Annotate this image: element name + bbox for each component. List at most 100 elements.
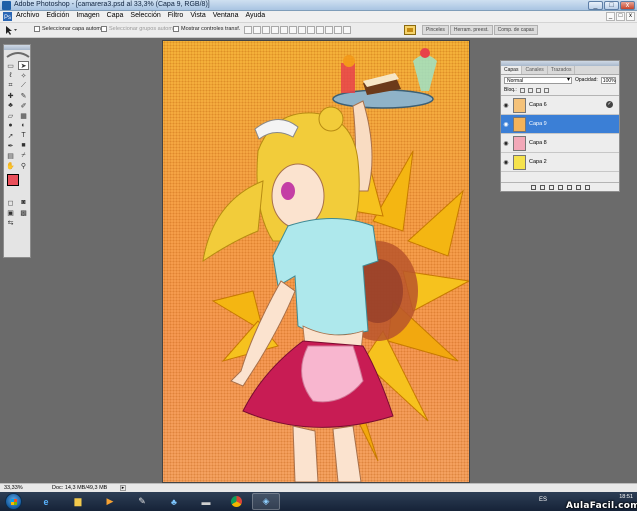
lock-all-icon[interactable]	[543, 87, 549, 93]
type-icon[interactable]: T	[18, 131, 29, 140]
hand-icon[interactable]: ✋	[5, 161, 16, 170]
tab-paths[interactable]: Trazados	[548, 66, 576, 74]
maximize-button[interactable]: □	[604, 1, 619, 10]
layer-mask-icon[interactable]	[548, 184, 554, 190]
show-transform-checkbox[interactable]	[173, 26, 179, 32]
lasso-icon[interactable]: ℓ	[5, 71, 16, 80]
media-player-icon[interactable]: ▶	[96, 493, 124, 510]
photoshop-icon[interactable]: ◈	[252, 493, 280, 510]
blur-icon[interactable]: ●	[5, 121, 16, 130]
screen-mode-standard-icon[interactable]: ▣	[5, 208, 16, 217]
standard-mode-icon[interactable]: ◻	[5, 198, 16, 207]
close-button[interactable]: x	[620, 1, 635, 10]
auto-select-layer-checkbox[interactable]	[34, 26, 40, 32]
tab-channels[interactable]: Canales	[522, 66, 548, 74]
align-hcenter-icon[interactable]	[280, 26, 288, 34]
magic-wand-icon[interactable]: ✧	[18, 71, 29, 80]
status-menu-arrow-icon[interactable]: ▸	[120, 485, 126, 491]
new-group-icon[interactable]	[566, 184, 572, 190]
zoom-level[interactable]: 33,33%	[4, 485, 23, 491]
system-clock[interactable]: 18:51	[619, 494, 633, 501]
jump-to-imageready-icon[interactable]: ⇆	[5, 218, 16, 227]
layer-row-capa-8[interactable]: ◉ Capa 8	[501, 134, 619, 153]
align-right-icon[interactable]	[289, 26, 297, 34]
menu-ventana[interactable]: Ventana	[213, 12, 239, 19]
visibility-eye-icon[interactable]: ◉	[501, 102, 511, 109]
auto-select-groups-option[interactable]: Seleccionar grupos autom.	[101, 26, 174, 32]
lock-transparency-icon[interactable]	[519, 87, 525, 93]
quick-mask-icon[interactable]: ◙	[18, 198, 29, 207]
layer-row-capa-9[interactable]: ◉ Capa 9	[501, 115, 619, 134]
eyedropper-icon[interactable]: ⌿	[18, 151, 29, 160]
layer-style-icon[interactable]	[539, 184, 545, 190]
history-brush-icon[interactable]: ✐	[18, 101, 29, 110]
align-bottom-icon[interactable]	[262, 26, 270, 34]
visibility-eye-icon[interactable]: ◉	[501, 140, 511, 147]
tab-layers[interactable]: Capas	[501, 66, 523, 74]
healing-icon[interactable]: ✚	[5, 91, 16, 100]
document-canvas[interactable]	[162, 40, 470, 483]
distribute-hcenter-icon[interactable]	[334, 26, 342, 34]
language-indicator[interactable]: ES	[539, 497, 547, 503]
opacity-field[interactable]: 100%	[600, 76, 616, 84]
lock-pixels-icon[interactable]	[527, 87, 533, 93]
bridge-icon[interactable]	[404, 25, 416, 35]
trash-icon[interactable]	[584, 184, 590, 190]
visibility-eye-icon[interactable]: ◉	[501, 121, 511, 128]
slice-icon[interactable]: ⟋	[18, 81, 29, 90]
well-tab-brushes[interactable]: Pinceles	[422, 25, 449, 35]
move-tool-preset-icon[interactable]	[4, 25, 18, 35]
adobe-online-icon[interactable]	[5, 51, 31, 59]
gradient-icon[interactable]: ▦	[18, 111, 29, 120]
photoshop-menu-icon[interactable]: Ps	[3, 12, 12, 21]
screen-mode-full-icon[interactable]: ▩	[18, 208, 29, 217]
doc-restore-button[interactable]: □	[616, 12, 625, 21]
zoom-icon[interactable]: ⚲	[18, 161, 29, 170]
menu-capa[interactable]: Capa	[107, 12, 124, 19]
paint-icon[interactable]: ✎	[128, 493, 156, 510]
link-layers-icon[interactable]	[530, 184, 536, 190]
layer-row-capa-6[interactable]: ◉ Capa 6 ✓	[501, 96, 619, 115]
align-vcenter-icon[interactable]	[253, 26, 261, 34]
eraser-icon[interactable]: ▱	[5, 111, 16, 120]
menu-edicion[interactable]: Edición	[46, 12, 69, 19]
move-icon[interactable]: ➤	[18, 61, 29, 70]
show-transform-option[interactable]: Mostrar controles transf.	[173, 26, 240, 32]
menu-vista[interactable]: Vista	[190, 12, 205, 19]
lock-position-icon[interactable]	[535, 87, 541, 93]
layer-row-capa-2[interactable]: ◉ Capa 2	[501, 153, 619, 172]
explorer-icon[interactable]: ▆	[64, 493, 92, 510]
align-left-icon[interactable]	[271, 26, 279, 34]
doc-minimize-button[interactable]: _	[606, 12, 615, 21]
dodge-icon[interactable]: ◐	[18, 121, 29, 130]
ie-icon[interactable]: e	[32, 493, 60, 510]
auto-select-groups-checkbox[interactable]	[101, 26, 107, 32]
marquee-icon[interactable]: ▭	[5, 61, 16, 70]
blend-mode-select[interactable]: Normal	[504, 76, 572, 84]
pen-icon[interactable]: ✒	[5, 141, 16, 150]
distribute-vcenter-icon[interactable]	[307, 26, 315, 34]
menu-imagen[interactable]: Imagen	[76, 12, 99, 19]
shape-icon[interactable]: ■	[18, 141, 29, 150]
stamp-icon[interactable]: ♣	[5, 101, 16, 110]
adjustment-layer-icon[interactable]	[557, 184, 563, 190]
align-top-icon[interactable]	[244, 26, 252, 34]
distribute-right-icon[interactable]	[343, 26, 351, 34]
notes-icon[interactable]: ▤	[5, 151, 16, 160]
path-select-icon[interactable]: ➚	[5, 131, 16, 140]
menu-seleccion[interactable]: Selección	[130, 12, 160, 19]
visibility-eye-icon[interactable]: ◉	[501, 159, 511, 166]
crop-icon[interactable]: ⌗	[5, 81, 16, 90]
well-tab-tool-presets[interactable]: Herram. preest.	[449, 25, 493, 35]
foreground-color-swatch[interactable]	[7, 174, 19, 186]
well-tab-layer-comps[interactable]: Comp. de capas	[493, 25, 539, 35]
auto-select-layer-option[interactable]: Seleccionar capa autom.	[34, 26, 103, 32]
new-layer-icon[interactable]	[575, 184, 581, 190]
doc-close-button[interactable]: x	[626, 12, 635, 21]
layer-effects-icon[interactable]: ✓	[606, 101, 613, 108]
minimize-button[interactable]: _	[588, 1, 603, 10]
scanner-icon[interactable]: ▬	[192, 493, 220, 510]
tool-palette-grip[interactable]	[4, 45, 30, 50]
distribute-left-icon[interactable]	[325, 26, 333, 34]
menu-archivo[interactable]: Archivo	[16, 12, 39, 19]
